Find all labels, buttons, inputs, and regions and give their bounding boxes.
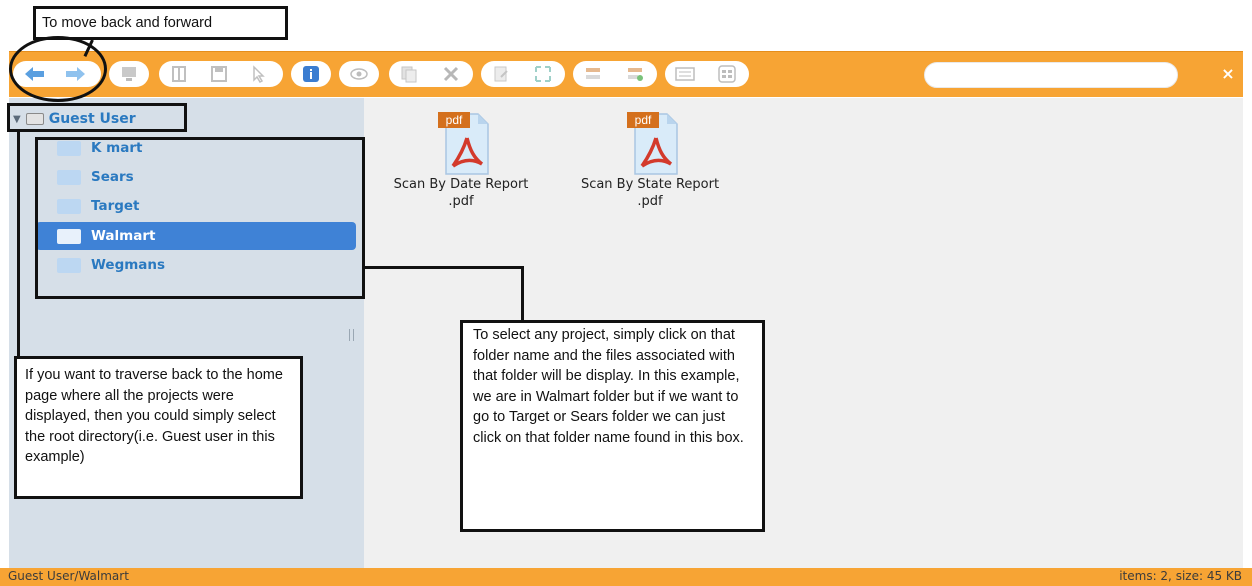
computer-icon xyxy=(122,67,136,81)
select-button[interactable] xyxy=(247,62,271,86)
file-item[interactable]: pdf Scan By State Report .pdf xyxy=(565,108,735,210)
pdf-file-icon: pdf xyxy=(438,112,489,175)
expand-icon xyxy=(535,66,551,82)
pane-splitter[interactable] xyxy=(349,329,354,341)
info-icon xyxy=(303,66,319,82)
layout-group xyxy=(665,61,749,87)
edit-group xyxy=(481,61,565,87)
status-path: Guest User/Walmart xyxy=(8,569,129,583)
grid-view-icon xyxy=(718,65,736,83)
eye-icon xyxy=(350,68,368,80)
file-group xyxy=(159,61,283,87)
tree-add-button[interactable] xyxy=(623,62,647,86)
svg-text:pdf: pdf xyxy=(446,113,463,127)
save-button[interactable] xyxy=(207,62,231,86)
file-extension: .pdf xyxy=(448,194,474,209)
clipboard-group xyxy=(389,61,473,87)
pdf-file-icon: pdf xyxy=(627,112,678,175)
nav-annotation: To move back and forward xyxy=(33,6,288,40)
preview-button[interactable] xyxy=(347,62,371,86)
book-button[interactable] xyxy=(167,62,191,86)
cut-button[interactable] xyxy=(439,62,463,86)
status-summary: items: 2, size: 45 KB xyxy=(1119,569,1242,583)
edit-button[interactable] xyxy=(489,62,513,86)
edit-icon xyxy=(494,66,508,82)
list-view-button[interactable] xyxy=(673,62,697,86)
nav-annotation-circle xyxy=(9,36,107,102)
copy-icon xyxy=(401,66,417,83)
file-item[interactable]: pdf Scan By Date Report .pdf xyxy=(376,108,546,210)
view-group xyxy=(339,61,379,87)
tree-group xyxy=(573,61,657,87)
folders-callout-box xyxy=(35,137,365,299)
save-icon xyxy=(211,66,227,82)
folders-annotation: To select any project, simply click on t… xyxy=(460,320,765,532)
file-name: Scan By Date Report xyxy=(393,177,529,192)
computer-group xyxy=(109,61,149,87)
root-callout-box xyxy=(7,103,187,132)
toolbar: × xyxy=(9,51,1243,97)
tree-view-icon xyxy=(586,68,600,79)
tree-add-icon xyxy=(628,68,643,81)
search-input[interactable] xyxy=(924,62,1178,88)
tree-view-button[interactable] xyxy=(581,62,605,86)
info-group xyxy=(291,61,331,87)
expand-button[interactable] xyxy=(531,62,555,86)
close-button[interactable]: × xyxy=(1219,64,1237,84)
info-button[interactable] xyxy=(299,62,323,86)
root-annotation: If you want to traverse back to the home… xyxy=(14,356,303,499)
cut-icon xyxy=(443,66,459,82)
folders-callout-connector-v xyxy=(521,266,524,322)
root-callout-connector xyxy=(17,132,20,358)
list-view-icon xyxy=(675,67,695,81)
status-bar: Guest User/Walmart items: 2, size: 45 KB xyxy=(0,568,1252,586)
book-icon xyxy=(172,66,186,82)
cursor-icon xyxy=(253,65,265,83)
file-name: Scan By State Report xyxy=(580,177,720,192)
svg-text:pdf: pdf xyxy=(635,113,652,127)
computer-button[interactable] xyxy=(117,62,141,86)
grid-view-button[interactable] xyxy=(715,62,739,86)
folders-callout-connector-h xyxy=(365,266,524,269)
copy-button[interactable] xyxy=(397,62,421,86)
file-extension: .pdf xyxy=(637,194,663,209)
